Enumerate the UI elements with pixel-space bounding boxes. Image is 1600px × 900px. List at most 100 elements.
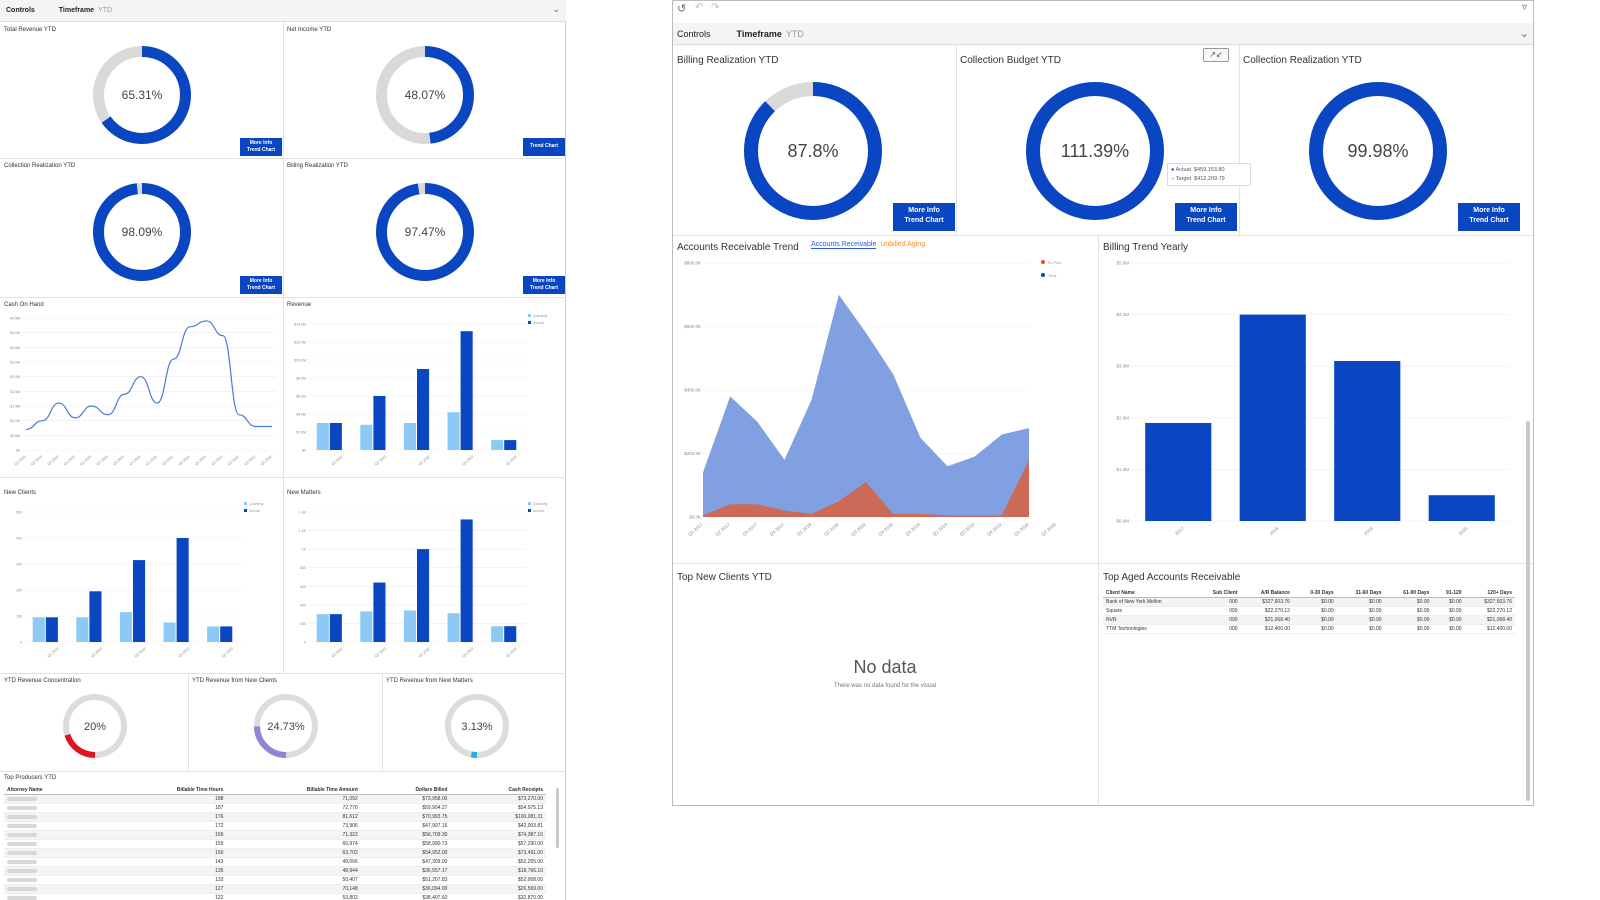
table-cell: $327,603.76 xyxy=(1464,597,1515,607)
table-cell: 49,066 xyxy=(226,857,361,867)
y-tick-label: 0 xyxy=(304,641,306,645)
table-row[interactable]: 127 70,148 $36,094.00 $26,569.00 xyxy=(4,884,546,894)
x-tick-label: Q3 2022 xyxy=(418,647,431,659)
table-cell: $22,270.12 xyxy=(1464,606,1515,616)
redacted-name xyxy=(7,841,37,846)
table-row[interactable]: 159 66,974 $58,990.73 $57,290.00 xyxy=(4,839,546,849)
column-header[interactable]: 61-90 Days xyxy=(1384,589,1433,598)
table-row[interactable]: Square 000 $22,270.12 $0.00 $0.00 $0.00 $0.00 $… xyxy=(1103,606,1515,616)
column-header[interactable]: Sub Client xyxy=(1194,589,1241,598)
more-info-button[interactable]: More Info Trend Chart xyxy=(1458,203,1520,231)
forward-icon[interactable]: ↷ xyxy=(711,2,719,13)
billing-bar xyxy=(1239,314,1306,521)
table-cell: $0.00 xyxy=(1292,624,1337,634)
table-cell: $100,081.31 xyxy=(450,812,546,822)
table-row[interactable]: 150 63,702 $54,952.00 $73,491.00 xyxy=(4,848,546,858)
y-tick-label: $0.0M xyxy=(1116,519,1129,524)
tile-title: Billing Realization YTD xyxy=(287,163,348,169)
table-row[interactable]: 133 50,407 $51,207.83 $52,908.00 xyxy=(4,875,546,885)
column-header[interactable]: 91-120 xyxy=(1432,589,1465,598)
more-info-button[interactable]: More Info Trend Chart xyxy=(523,276,565,294)
more-info-button[interactable]: More Info Trend Chart xyxy=(240,276,282,294)
donut-label: 99.98% xyxy=(1347,141,1408,161)
y-tick-label: 0 xyxy=(20,641,22,645)
left-controls-bar[interactable]: Controls Timeframe YTD ⌄ xyxy=(0,0,566,22)
table-cell xyxy=(4,830,103,840)
table-row[interactable]: 169 71,322 $56,709.30 $74,387.10 xyxy=(4,830,546,840)
y-tick-label: $800.0K xyxy=(684,261,701,266)
x-tick-label: Q3 2022 xyxy=(418,455,431,467)
right-controls-bar[interactable]: Controls Timeframe YTD ⌄ xyxy=(673,23,1533,45)
table-row[interactable]: 172 73,906 $47,907.16 $42,003.81 xyxy=(4,821,546,831)
billing-bar xyxy=(1334,361,1401,521)
column-header[interactable]: 31-60 Days xyxy=(1336,589,1385,598)
y-tick-label: $1.5M xyxy=(10,405,20,409)
x-tick-label: Q1 2023 xyxy=(221,647,234,659)
table-cell: $47,309.00 xyxy=(360,857,451,867)
table-row[interactable]: 187 72,776 $59,904.27 $54,975.13 xyxy=(4,803,546,813)
x-tick-label: Q4 2020 xyxy=(129,455,142,467)
table-cell xyxy=(4,839,103,849)
table-row[interactable]: NVR 000 $21,068.40 $0.00 $0.00 $0.00 $0.00 $21,… xyxy=(1103,615,1515,625)
scrollbar[interactable] xyxy=(1526,421,1530,801)
x-tick-label: Q1 2022 xyxy=(331,647,344,659)
redacted-name xyxy=(7,886,37,891)
table-row[interactable]: 143 49,066 $47,309.00 $52,205.00 xyxy=(4,857,546,867)
redacted-name xyxy=(7,814,37,819)
trend-chart-button[interactable]: Trend Chart xyxy=(523,138,565,156)
expand-icon[interactable]: ↗↙ xyxy=(1203,48,1229,62)
column-header[interactable]: 0-30 Days xyxy=(1292,589,1337,598)
legend-swatch xyxy=(1041,273,1045,277)
table-row[interactable]: 122 53,802 $38,407.60 $32,870.00 xyxy=(4,893,546,900)
more-info-button[interactable]: More Info Trend Chart xyxy=(240,138,282,156)
column-header[interactable]: Billable Time Amount xyxy=(226,786,361,795)
table-row[interactable]: 176 81,612 $70,993.75 $100,081.31 xyxy=(4,812,546,822)
tab-accounts-receivable[interactable]: Accounts Receivable xyxy=(811,241,877,249)
table-row[interactable]: 135 48,944 $36,557.17 $18,766.10 xyxy=(4,866,546,876)
x-tick-label: Q4 2017 xyxy=(769,522,786,537)
table-cell xyxy=(4,884,103,894)
column-header[interactable]: 120+ Days xyxy=(1464,589,1515,598)
undo-icon[interactable]: ↺ xyxy=(677,2,686,15)
table-cell: $0.00 xyxy=(1432,597,1465,607)
controls-label: Controls xyxy=(6,7,35,14)
billing-bar xyxy=(1428,495,1495,521)
tab-unbilled-aging[interactable]: Unbilled Aging xyxy=(880,241,925,248)
x-tick-label: Q3 2018 xyxy=(850,522,867,537)
table-row[interactable]: TTM Technologies 000 $12,400.00 $0.00 $0.00 $… xyxy=(1103,624,1515,634)
chevron-down-icon[interactable]: ⌄ xyxy=(552,4,560,15)
no-data-subtext: There was no data found for the visual xyxy=(833,683,937,689)
x-tick-label: Q1 2018 xyxy=(796,522,813,537)
bar-quarterly xyxy=(32,617,45,642)
back-icon[interactable]: ↶ xyxy=(695,2,703,13)
donut-label: 3.13% xyxy=(461,721,492,733)
more-info-button[interactable]: More Info Trend Chart xyxy=(893,203,955,231)
table-cell: $0.00 xyxy=(1292,606,1337,616)
table-cell: $0.00 xyxy=(1384,606,1433,616)
y-tick-label: $0 xyxy=(302,449,306,453)
table-row[interactable]: 188 71,092 $73,958.00 $73,270.00 xyxy=(4,794,546,804)
controls-label: Controls xyxy=(677,28,711,39)
y-tick-label: $1.0M xyxy=(1116,467,1129,472)
table-cell: $0.00 xyxy=(1384,615,1433,625)
x-tick-label: Q2 2020 xyxy=(1040,522,1057,537)
filter-icon[interactable]: ▿ xyxy=(1522,2,1527,13)
table-cell xyxy=(4,812,103,822)
more-info-button[interactable]: More Info Trend Chart xyxy=(1175,203,1237,231)
column-header[interactable]: Attorney Name xyxy=(4,786,103,795)
column-header[interactable]: Client Name xyxy=(1103,589,1195,598)
x-tick-label: Q4 2022 xyxy=(260,455,273,467)
column-header[interactable]: Cash Receipts xyxy=(450,786,546,795)
column-header[interactable]: Billable Time Hours xyxy=(102,786,227,795)
y-tick-label: 200 xyxy=(16,589,22,593)
column-header[interactable]: Dollars Billed xyxy=(360,786,451,795)
tile-title: Net Income YTD xyxy=(287,27,332,33)
table-cell: $38,407.60 xyxy=(360,893,451,900)
column-header[interactable]: A/R Balance xyxy=(1240,589,1293,598)
x-tick-label: Q4 2022 xyxy=(461,455,474,467)
scrollbar[interactable] xyxy=(556,788,559,848)
y-tick-label: $6.0M xyxy=(296,395,306,399)
y-tick-label: $4.0M xyxy=(10,331,20,335)
table-row[interactable]: Bank of New York Mellon 000 $327,603.76 $0.… xyxy=(1103,597,1515,607)
chevron-down-icon[interactable]: ⌄ xyxy=(1520,27,1529,40)
